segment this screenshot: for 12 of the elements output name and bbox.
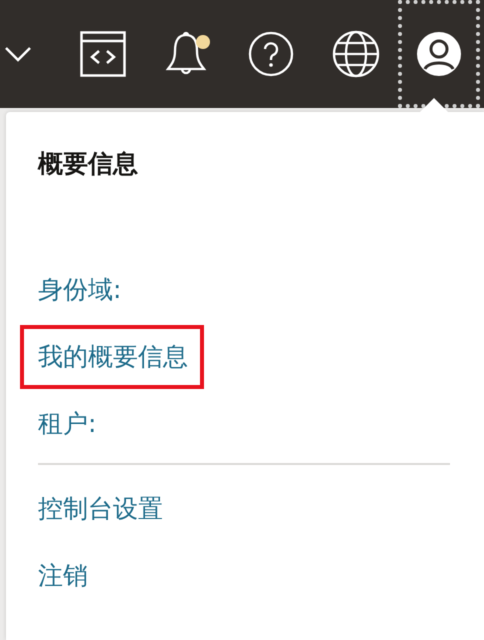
globe-icon[interactable] xyxy=(332,30,380,78)
avatar-icon xyxy=(416,31,462,77)
menu-link[interactable]: 注销 xyxy=(38,548,100,604)
profile-button[interactable] xyxy=(398,0,480,108)
code-window-icon[interactable] xyxy=(80,31,126,77)
menu-link[interactable]: 控制台设置 xyxy=(38,480,175,536)
chevron-down-icon[interactable] xyxy=(4,46,32,62)
menu-link[interactable]: 租户: xyxy=(38,396,108,452)
bell-icon[interactable] xyxy=(164,31,208,77)
menu-title: 概要信息 xyxy=(38,148,139,180)
help-icon[interactable] xyxy=(248,31,294,77)
menu-link[interactable]: 身份域: xyxy=(38,262,134,318)
